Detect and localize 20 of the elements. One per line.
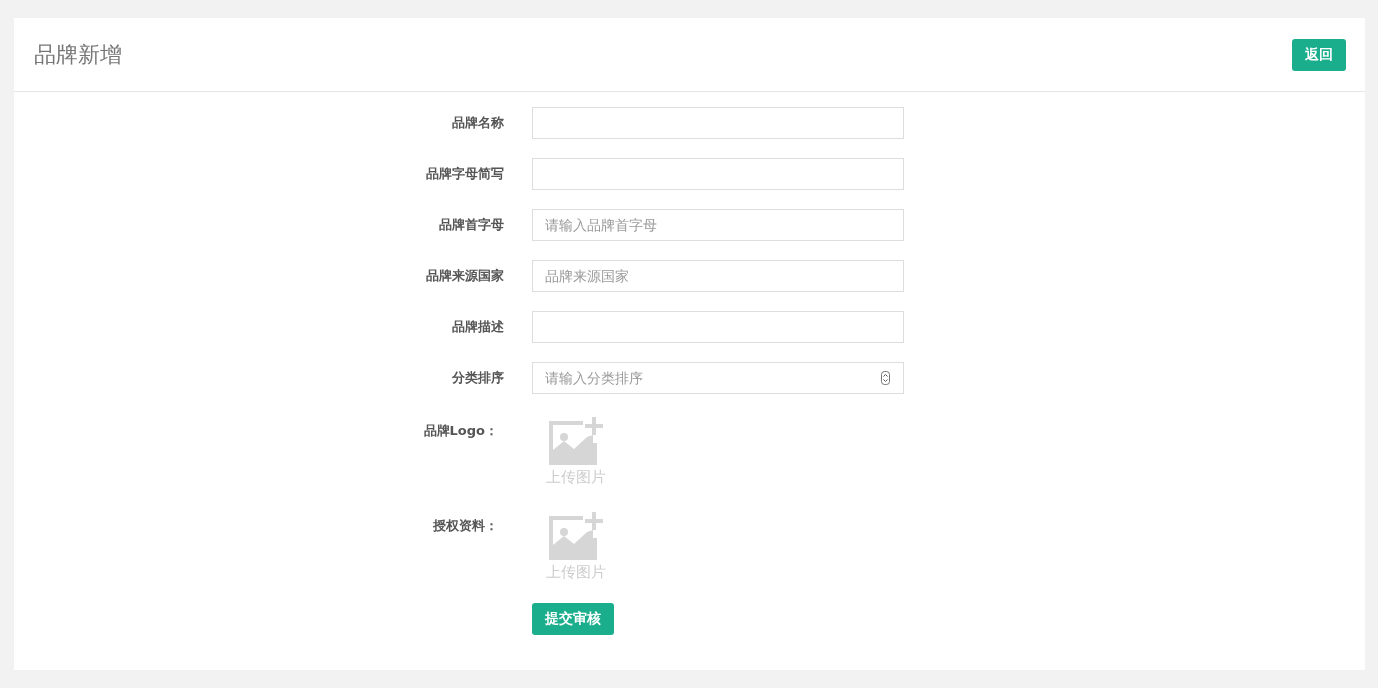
number-field[interactable]: 请输入分类排序 [532,362,904,394]
field-label: 品牌名称 [451,114,504,132]
back-button[interactable]: 返回 [1292,38,1346,71]
field-label: 分类排序 [451,369,504,387]
input-field[interactable] [532,158,904,190]
input-field[interactable]: 品牌来源国家 [532,260,904,292]
page-title: 品牌新增 [34,40,122,69]
input-field[interactable] [532,107,904,139]
input-field[interactable] [532,311,904,343]
upload-label: 品牌Logo： [422,422,499,440]
add-image-icon [549,417,603,465]
input-field[interactable]: 请输入品牌首字母 [532,209,904,241]
submit-button[interactable]: 提交审核 [532,603,614,635]
upload-label: 授权资料： [432,517,499,535]
add-image-icon [549,512,603,560]
spinner-icon[interactable] [881,371,890,385]
field-label: 品牌来源国家 [425,267,504,285]
field-label: 品牌首字母 [438,216,504,234]
field-label: 品牌字母简写 [425,165,504,183]
field-label: 品牌描述 [451,318,504,336]
